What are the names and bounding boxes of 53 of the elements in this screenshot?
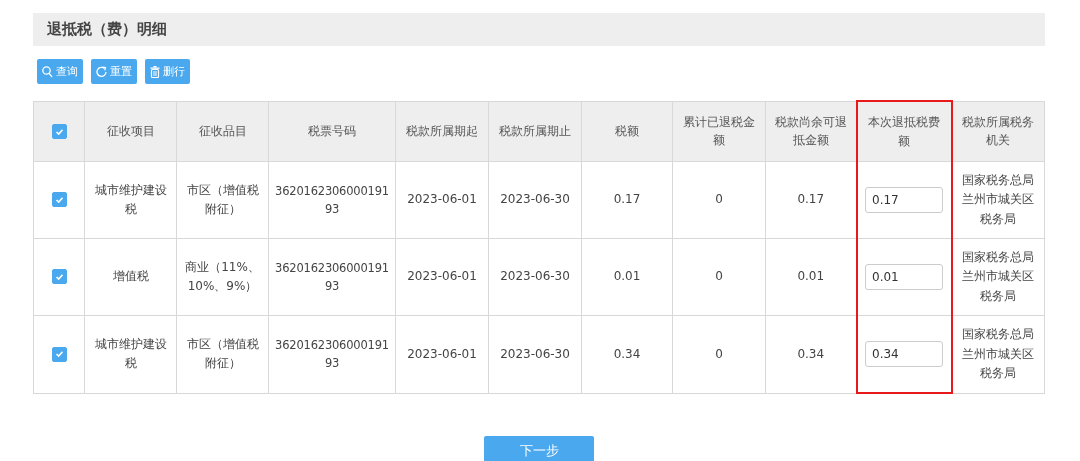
section-title: 退抵税（费）明细 [47, 20, 167, 39]
table-cell: 0.17 [581, 161, 673, 239]
table-cell: 0 [672, 315, 766, 393]
table-cell: 362016230600019193 [268, 161, 396, 239]
table-cell: 市区（增值税附征） [176, 161, 269, 239]
table-cell: 0 [672, 161, 766, 239]
table-cell: 增值税 [84, 238, 177, 316]
check-icon [54, 127, 64, 136]
table-cell: 362016230600019193 [268, 238, 396, 316]
search-icon [42, 65, 53, 78]
table-cell: 362016230600019193 [268, 315, 396, 393]
table-cell: 商业（11%、10%、9%） [176, 238, 269, 316]
amount-input[interactable]: 0.01 [865, 264, 943, 290]
table-cell: 0 [672, 238, 766, 316]
delete-row-button[interactable]: 删行 [145, 59, 190, 84]
check-icon [54, 195, 64, 204]
table-cell: 国家税务总局兰州市城关区税务局 [951, 161, 1045, 239]
column-header: 税票号码 [268, 101, 396, 162]
check-icon [54, 350, 64, 359]
amount-input[interactable]: 0.34 [865, 341, 943, 367]
check-icon [54, 272, 64, 281]
column-header: 征收品目 [176, 101, 269, 162]
column-header: 税款所属期起 [395, 101, 489, 162]
column-header: 税款所属期止 [488, 101, 582, 162]
column-header: 本次退抵税费额 [856, 101, 952, 162]
table-cell: 2023-06-01 [395, 161, 489, 239]
trash-icon [150, 65, 160, 78]
row-checkbox[interactable] [51, 269, 67, 285]
table-cell: 0.34 [581, 315, 673, 393]
column-header: 征收项目 [84, 101, 177, 162]
table-cell: 国家税务总局兰州市城关区税务局 [951, 238, 1045, 316]
refresh-icon [96, 65, 107, 78]
table-cell: 市区（增值税附征） [176, 315, 269, 393]
table-cell: 2023-06-01 [395, 315, 489, 393]
amount-input[interactable]: 0.17 [865, 187, 943, 213]
table-cell: 国家税务总局兰州市城关区税务局 [951, 315, 1045, 393]
next-step-button[interactable]: 下一步 [484, 436, 594, 461]
table-cell: 2023-06-30 [488, 315, 582, 393]
column-header: 税款所属税务机关 [951, 101, 1045, 162]
table-cell: 城市维护建设税 [84, 315, 177, 393]
reset-button[interactable]: 重置 [91, 59, 137, 84]
select-all-checkbox[interactable] [51, 124, 67, 140]
column-header: 税款尚余可退抵金额 [765, 101, 857, 162]
row-checkbox[interactable] [51, 346, 67, 362]
table-cell: 城市维护建设税 [84, 161, 177, 239]
row-checkbox[interactable] [51, 192, 67, 208]
table-cell: 2023-06-30 [488, 238, 582, 316]
table-cell: 2023-06-30 [488, 161, 582, 239]
search-button[interactable]: 查询 [37, 59, 83, 84]
column-header: 税额 [581, 101, 673, 162]
table-cell: 0.01 [581, 238, 673, 316]
column-header: 累计已退税金额 [672, 101, 766, 162]
table-cell: 2023-06-01 [395, 238, 489, 316]
